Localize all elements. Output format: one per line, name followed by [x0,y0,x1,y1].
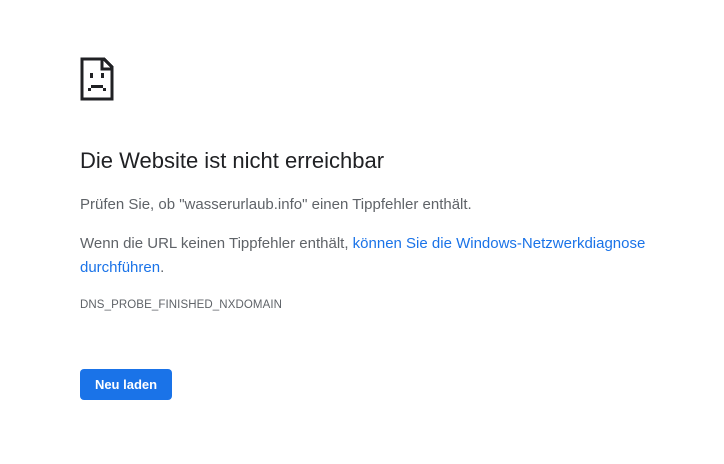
typo-hint: Prüfen Sie, ob "wasserurlaub.info" einen… [80,196,472,213]
error-code: DNS_PROBE_FINISHED_NXDOMAIN [80,299,283,311]
page-title: Die Website ist nicht erreichbar [80,148,385,173]
diagnose-suffix: . [160,259,165,276]
diagnose-hint: Wenn die URL keinen Tippfehler enthält, … [80,232,660,280]
diagnose-prefix: Wenn die URL keinen Tippfehler enthält, [80,235,353,252]
reload-button[interactable]: Neu laden [80,369,172,400]
sad-page-icon [80,57,114,101]
